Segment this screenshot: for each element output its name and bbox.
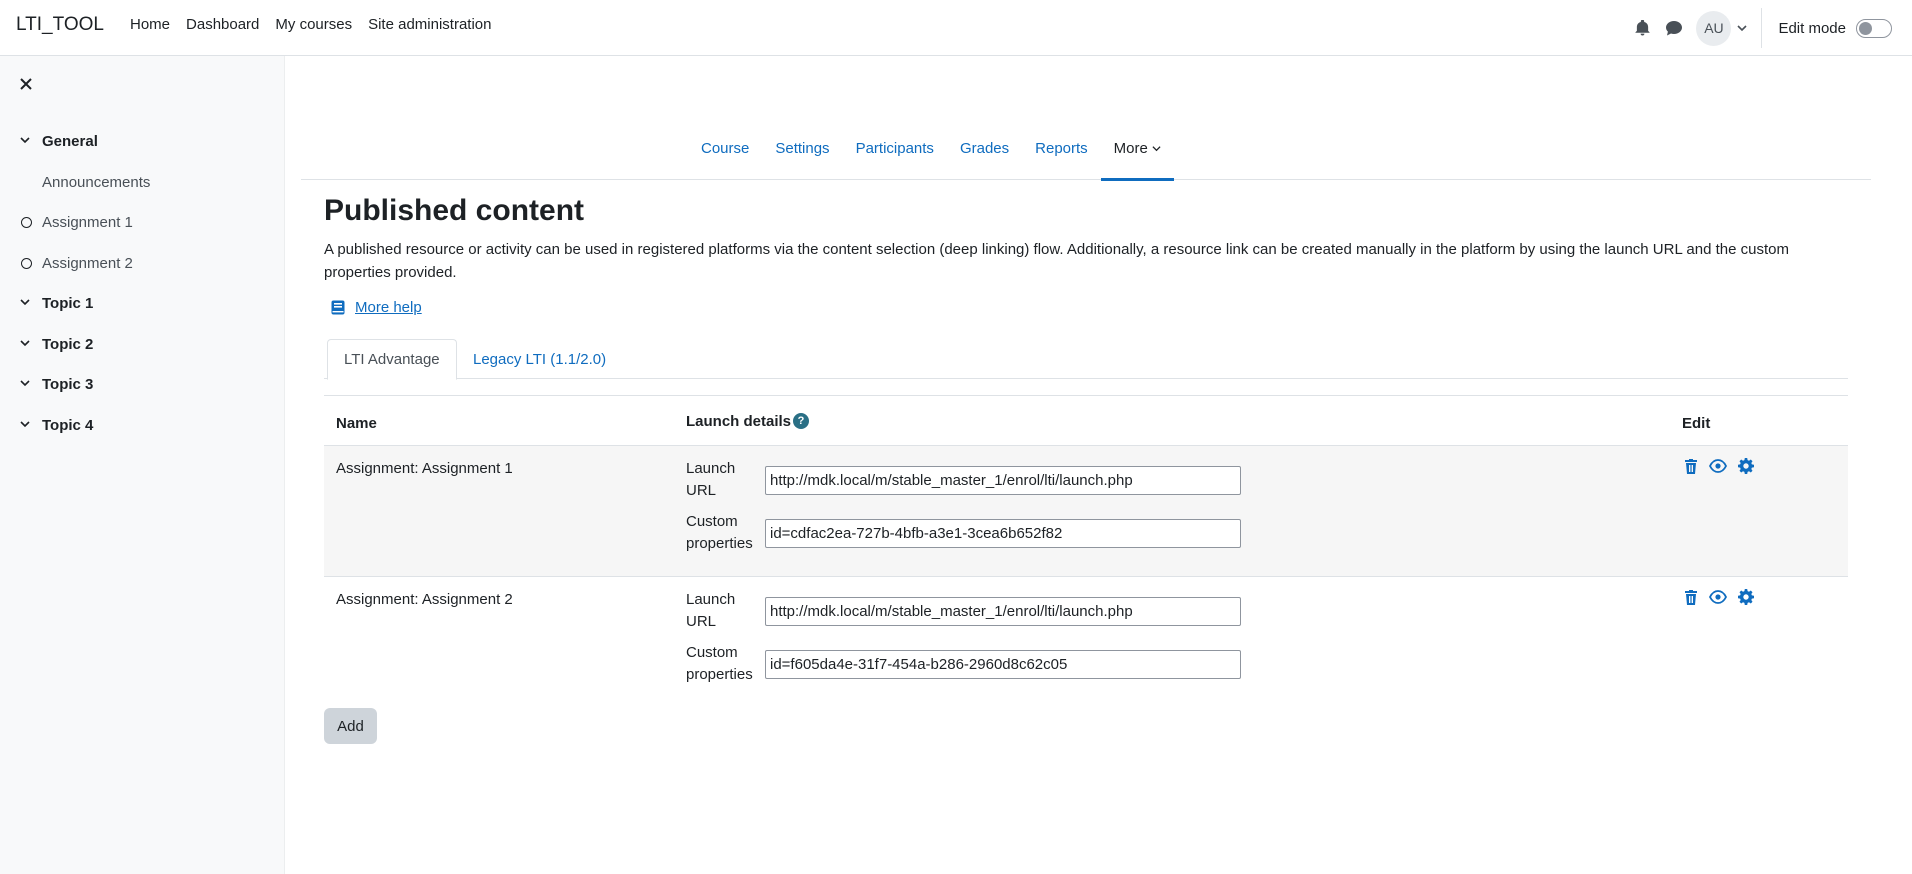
section-topic-3[interactable]: Topic 3	[0, 369, 285, 399]
close-icon[interactable]	[16, 74, 36, 94]
lti-version-tabs: LTI Advantage Legacy LTI (1.1/2.0)	[324, 339, 1848, 380]
custom-properties-field: Custom properties	[686, 511, 1246, 561]
column-launch-details: Launch details ?	[686, 396, 810, 447]
chevron-down-icon[interactable]	[19, 337, 31, 349]
info-icon[interactable]: ?	[793, 412, 810, 429]
tab-participants[interactable]: Participants	[843, 116, 947, 180]
secondary-nav-tabs: Course Settings Participants Grades Repo…	[688, 116, 1175, 181]
column-name: Name	[336, 415, 377, 432]
chevron-down-icon[interactable]	[1737, 23, 1748, 33]
section-label[interactable]: General	[42, 133, 98, 150]
row-name: Assignment: Assignment 1	[336, 460, 513, 477]
user-avatar[interactable]: AU	[1696, 10, 1732, 46]
tab-more[interactable]: More	[1100, 116, 1175, 181]
eye-icon[interactable]	[1709, 590, 1727, 604]
custom-properties-label: Custom properties	[686, 644, 753, 683]
gear-icon[interactable]	[1738, 458, 1754, 474]
circle-icon	[21, 216, 32, 228]
tab-reports[interactable]: Reports	[1022, 116, 1101, 180]
table-row: Assignment: Assignment 2 Launch URL Cust…	[324, 577, 1848, 708]
section-label[interactable]: Topic 2	[42, 336, 93, 353]
site-brand[interactable]: LTI_TOOL	[16, 14, 104, 36]
chevron-down-icon[interactable]	[19, 418, 31, 430]
course-item-assignment-2[interactable]: Assignment 2	[0, 248, 285, 278]
top-navbar: LTI_TOOL Home Dashboard My courses Site …	[0, 0, 1912, 56]
trash-icon[interactable]	[1684, 589, 1698, 605]
published-content-table: Name Launch details ? Edit Assignment: A…	[324, 395, 1848, 708]
eye-icon[interactable]	[1709, 459, 1727, 473]
course-item-label[interactable]: Announcements	[42, 174, 150, 191]
table-row: Assignment: Assignment 1 Launch URL Cust…	[324, 446, 1848, 577]
add-button[interactable]: Add	[324, 708, 377, 744]
main-content: Course Settings Participants Grades Repo…	[285, 56, 1912, 874]
tab-more-label: More	[1113, 139, 1148, 157]
custom-properties-field: Custom properties	[686, 642, 1246, 692]
book-icon	[331, 300, 345, 315]
bell-icon[interactable]	[1626, 12, 1658, 44]
table-header: Name Launch details ? Edit	[324, 395, 1848, 446]
more-help[interactable]: More help	[331, 299, 422, 316]
more-help-link[interactable]: More help	[355, 299, 422, 316]
tab-legacy-lti[interactable]: Legacy LTI (1.1/2.0)	[457, 339, 622, 379]
gear-icon[interactable]	[1738, 589, 1754, 605]
course-item-label[interactable]: Assignment 1	[42, 214, 133, 231]
column-launch-label: Launch details	[686, 413, 792, 430]
launch-url-label: Launch URL	[686, 460, 736, 499]
custom-properties-input[interactable]	[765, 519, 1241, 548]
row-actions	[1684, 589, 1765, 605]
section-label[interactable]: Topic 1	[42, 295, 93, 312]
section-topic-2[interactable]: Topic 2	[0, 329, 285, 359]
section-topic-4[interactable]: Topic 4	[0, 410, 285, 440]
tab-lti-advantage[interactable]: LTI Advantage	[327, 339, 457, 380]
launch-url-input[interactable]	[765, 466, 1241, 495]
launch-url-label: Launch URL	[686, 591, 736, 630]
launch-url-field: Launch URL	[686, 458, 1246, 508]
navbar-right: AU Edit mode	[1626, 0, 1912, 56]
nav-dashboard[interactable]: Dashboard	[186, 16, 259, 33]
nav-home[interactable]: Home	[130, 16, 170, 33]
edit-mode-switch[interactable]	[1856, 18, 1892, 38]
chevron-down-icon	[1152, 144, 1161, 153]
edit-mode-toggle[interactable]: Edit mode	[1778, 18, 1892, 38]
course-index-drawer: General Announcements Assignment 1 Assig…	[0, 56, 285, 874]
row-actions	[1684, 458, 1765, 474]
nav-my-courses[interactable]: My courses	[275, 16, 352, 33]
chevron-down-icon[interactable]	[19, 296, 31, 308]
nav-site-administration[interactable]: Site administration	[368, 16, 491, 33]
secondary-navigation: Course Settings Participants Grades Repo…	[301, 116, 1871, 181]
tab-course[interactable]: Course	[688, 116, 762, 180]
course-item-announcements[interactable]: Announcements	[0, 167, 285, 197]
custom-properties-label: Custom properties	[686, 513, 753, 552]
circle-icon	[21, 257, 32, 269]
chevron-down-icon[interactable]	[19, 134, 31, 146]
custom-properties-input[interactable]	[765, 650, 1241, 679]
section-label[interactable]: Topic 4	[42, 417, 93, 434]
course-item-label[interactable]: Assignment 2	[42, 255, 133, 272]
tab-settings[interactable]: Settings	[762, 116, 842, 180]
launch-url-field: Launch URL	[686, 589, 1246, 639]
column-edit: Edit	[1682, 415, 1711, 432]
trash-icon[interactable]	[1684, 458, 1698, 474]
edit-mode-label: Edit mode	[1778, 19, 1846, 37]
page-title: Published content	[324, 194, 585, 227]
section-topic-1[interactable]: Topic 1	[0, 288, 285, 318]
row-name: Assignment: Assignment 2	[336, 591, 513, 608]
page-description: A published resource or activity can be …	[324, 241, 1789, 281]
primary-navigation: Home Dashboard My courses Site administr…	[130, 16, 508, 33]
chevron-down-icon[interactable]	[19, 377, 31, 389]
tab-grades[interactable]: Grades	[947, 116, 1022, 180]
course-item-assignment-1[interactable]: Assignment 1	[0, 207, 285, 237]
section-general[interactable]: General	[0, 126, 285, 156]
section-label[interactable]: Topic 3	[42, 376, 93, 393]
navbar-divider	[1761, 8, 1763, 48]
switch-knob	[1859, 21, 1872, 35]
chat-icon[interactable]	[1658, 12, 1690, 44]
launch-url-input[interactable]	[765, 597, 1241, 626]
